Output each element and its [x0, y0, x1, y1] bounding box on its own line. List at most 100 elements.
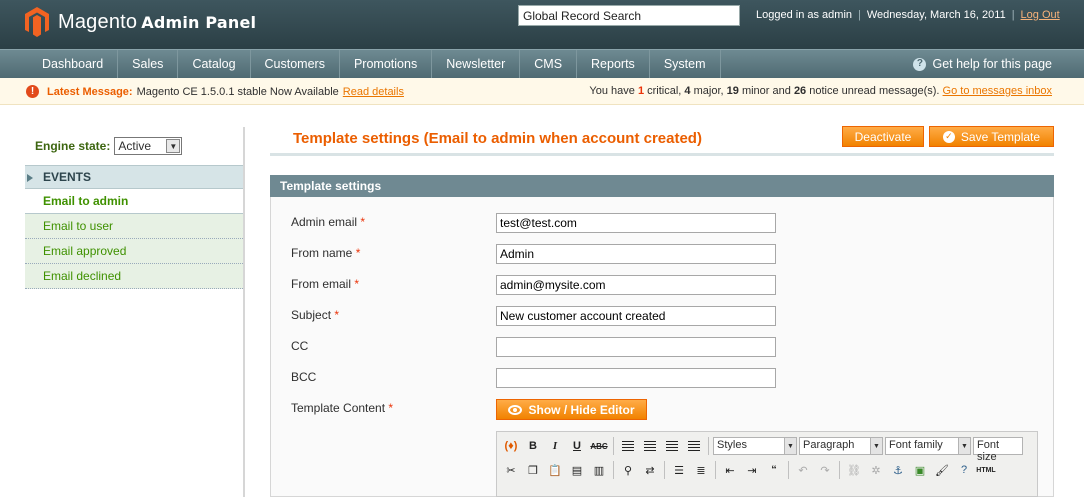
- app-subtitle: Admin Panel: [141, 12, 257, 32]
- admin-email-field[interactable]: [496, 213, 776, 233]
- message-bar: ! Latest Message: Magento CE 1.5.0.1 sta…: [0, 78, 1084, 105]
- minor-count: 19: [726, 85, 739, 97]
- major-count: 4: [684, 85, 691, 97]
- nav-cms[interactable]: CMS: [520, 50, 578, 78]
- link-icon[interactable]: ⛓: [844, 460, 864, 480]
- admin-email-label: Admin email *: [291, 215, 366, 229]
- nav-system[interactable]: System: [650, 50, 721, 78]
- help-icon: ?: [913, 57, 927, 71]
- from-name-label: From name *: [291, 246, 361, 260]
- latest-message: ! Latest Message: Magento CE 1.5.0.1 sta…: [26, 85, 404, 98]
- checkmark-icon: ✓: [942, 130, 955, 143]
- styles-select[interactable]: Styles ▼: [713, 437, 797, 455]
- insert-variable-icon[interactable]: (♦): [501, 436, 521, 456]
- replace-icon[interactable]: ⇄: [640, 460, 660, 480]
- engine-state-value: Active: [118, 139, 152, 153]
- cleanup-icon[interactable]: 🖌: [932, 460, 952, 480]
- nav-promotions[interactable]: Promotions: [340, 50, 433, 78]
- chevron-down-icon: ▼: [166, 139, 181, 153]
- find-icon[interactable]: ⚲: [618, 460, 638, 480]
- latest-message-text: Magento CE 1.5.0.1 stable Now Available: [136, 85, 339, 98]
- copy-icon[interactable]: ❐: [523, 460, 543, 480]
- redo-icon[interactable]: ↷: [815, 460, 835, 480]
- chevron-down-icon: ▼: [870, 438, 882, 454]
- from-email-label: From email *: [291, 277, 360, 291]
- sidebar-section-events[interactable]: EVENTS: [25, 165, 245, 189]
- chevron-down-icon: ▼: [784, 438, 796, 454]
- image-icon[interactable]: ▣: [910, 460, 930, 480]
- undo-icon[interactable]: ↶: [793, 460, 813, 480]
- template-content-label: Template Content *: [291, 401, 394, 415]
- html-source-button[interactable]: HTML: [976, 460, 996, 480]
- engine-state-select[interactable]: Active ▼: [114, 137, 183, 155]
- outdent-icon[interactable]: ⇤: [720, 460, 740, 480]
- help-icon[interactable]: ?: [954, 460, 974, 480]
- nav-dashboard[interactable]: Dashboard: [28, 50, 119, 78]
- critical-count: 1: [637, 85, 645, 97]
- align-left-icon[interactable]: [618, 436, 638, 456]
- message-summary: You have 1 critical, 4 major, 19 minor a…: [589, 85, 1052, 97]
- sidebar-tabs: EVENTS Email to admin Email to user Emai…: [25, 165, 245, 289]
- cut-icon[interactable]: ✂: [501, 460, 521, 480]
- toolbar-row-1: (♦) B I U ABC Styles ▼ Paragraph ▼ Font fa…: [497, 435, 1023, 463]
- align-center-icon[interactable]: [640, 436, 660, 456]
- paste-text-icon[interactable]: ▤: [567, 460, 587, 480]
- paste-word-icon[interactable]: ▥: [589, 460, 609, 480]
- bullet-list-icon[interactable]: ☰: [669, 460, 689, 480]
- subject-field[interactable]: [496, 306, 776, 326]
- unlink-icon[interactable]: ✲: [866, 460, 886, 480]
- cc-label: CC: [291, 339, 309, 353]
- magento-logo-icon: [25, 7, 49, 37]
- subject-label: Subject *: [291, 308, 340, 322]
- sidebar-item-email-to-user[interactable]: Email to user: [25, 214, 245, 239]
- header: Magento Admin Panel Logged in as admin |…: [0, 0, 1084, 49]
- logout-link[interactable]: Log Out: [1021, 9, 1060, 21]
- read-details-link[interactable]: Read details: [343, 86, 404, 98]
- wysiwyg-editor: (♦) B I U ABC Styles ▼ Paragraph ▼ Font fa…: [496, 431, 1038, 497]
- numbered-list-icon[interactable]: ≣: [691, 460, 711, 480]
- from-name-field[interactable]: [496, 244, 776, 264]
- nav-sales[interactable]: Sales: [118, 50, 179, 78]
- app-title: Magento: [58, 10, 138, 33]
- current-date: Wednesday, March 16, 2011: [866, 9, 1006, 21]
- help-link[interactable]: ? Get help for this page: [913, 50, 1052, 78]
- deactivate-button[interactable]: Deactivate: [842, 126, 924, 147]
- strikethrough-button[interactable]: ABC: [589, 436, 609, 456]
- underline-button[interactable]: U: [567, 436, 587, 456]
- nav-customers[interactable]: Customers: [251, 50, 340, 78]
- anchor-icon[interactable]: ⚓: [888, 460, 908, 480]
- align-right-icon[interactable]: [662, 436, 682, 456]
- indent-icon[interactable]: ⇥: [742, 460, 762, 480]
- blockquote-icon[interactable]: “: [764, 460, 784, 480]
- save-template-button[interactable]: ✓ Save Template: [929, 126, 1054, 147]
- align-justify-icon[interactable]: [684, 436, 704, 456]
- paragraph-select[interactable]: Paragraph ▼: [799, 437, 883, 455]
- nav-reports[interactable]: Reports: [577, 50, 650, 78]
- sidebar-divider: [243, 127, 245, 497]
- nav-catalog[interactable]: Catalog: [178, 50, 251, 78]
- alert-icon: !: [26, 85, 39, 98]
- header-user-info: Logged in as admin | Wednesday, March 16…: [756, 9, 1060, 21]
- italic-button[interactable]: I: [545, 436, 565, 456]
- sidebar-item-email-approved[interactable]: Email approved: [25, 239, 245, 264]
- logo: Magento Admin Panel: [24, 6, 256, 38]
- cc-field[interactable]: [496, 337, 776, 357]
- sidebar-item-email-to-admin[interactable]: Email to admin: [25, 189, 245, 214]
- main-nav: Dashboard Sales Catalog Customers Promot…: [0, 49, 1084, 78]
- bold-button[interactable]: B: [523, 436, 543, 456]
- triangle-right-icon: [27, 174, 33, 182]
- sidebar-item-email-declined[interactable]: Email declined: [25, 264, 245, 289]
- notice-count: 26: [793, 85, 807, 97]
- global-search-input[interactable]: [518, 5, 740, 26]
- page-title: Template settings (Email to admin when a…: [293, 130, 702, 147]
- messages-inbox-link[interactable]: Go to messages inbox: [943, 85, 1052, 97]
- show-hide-editor-button[interactable]: Show / Hide Editor: [496, 399, 647, 420]
- bcc-field[interactable]: [496, 368, 776, 388]
- help-label: Get help for this page: [932, 57, 1052, 71]
- fieldset-title: Template settings: [270, 175, 1054, 197]
- font-family-select[interactable]: Font family ▼: [885, 437, 971, 455]
- nav-newsletter[interactable]: Newsletter: [432, 50, 521, 78]
- paste-icon[interactable]: 📋: [545, 460, 565, 480]
- from-email-field[interactable]: [496, 275, 776, 295]
- font-size-select[interactable]: Font size: [973, 437, 1023, 463]
